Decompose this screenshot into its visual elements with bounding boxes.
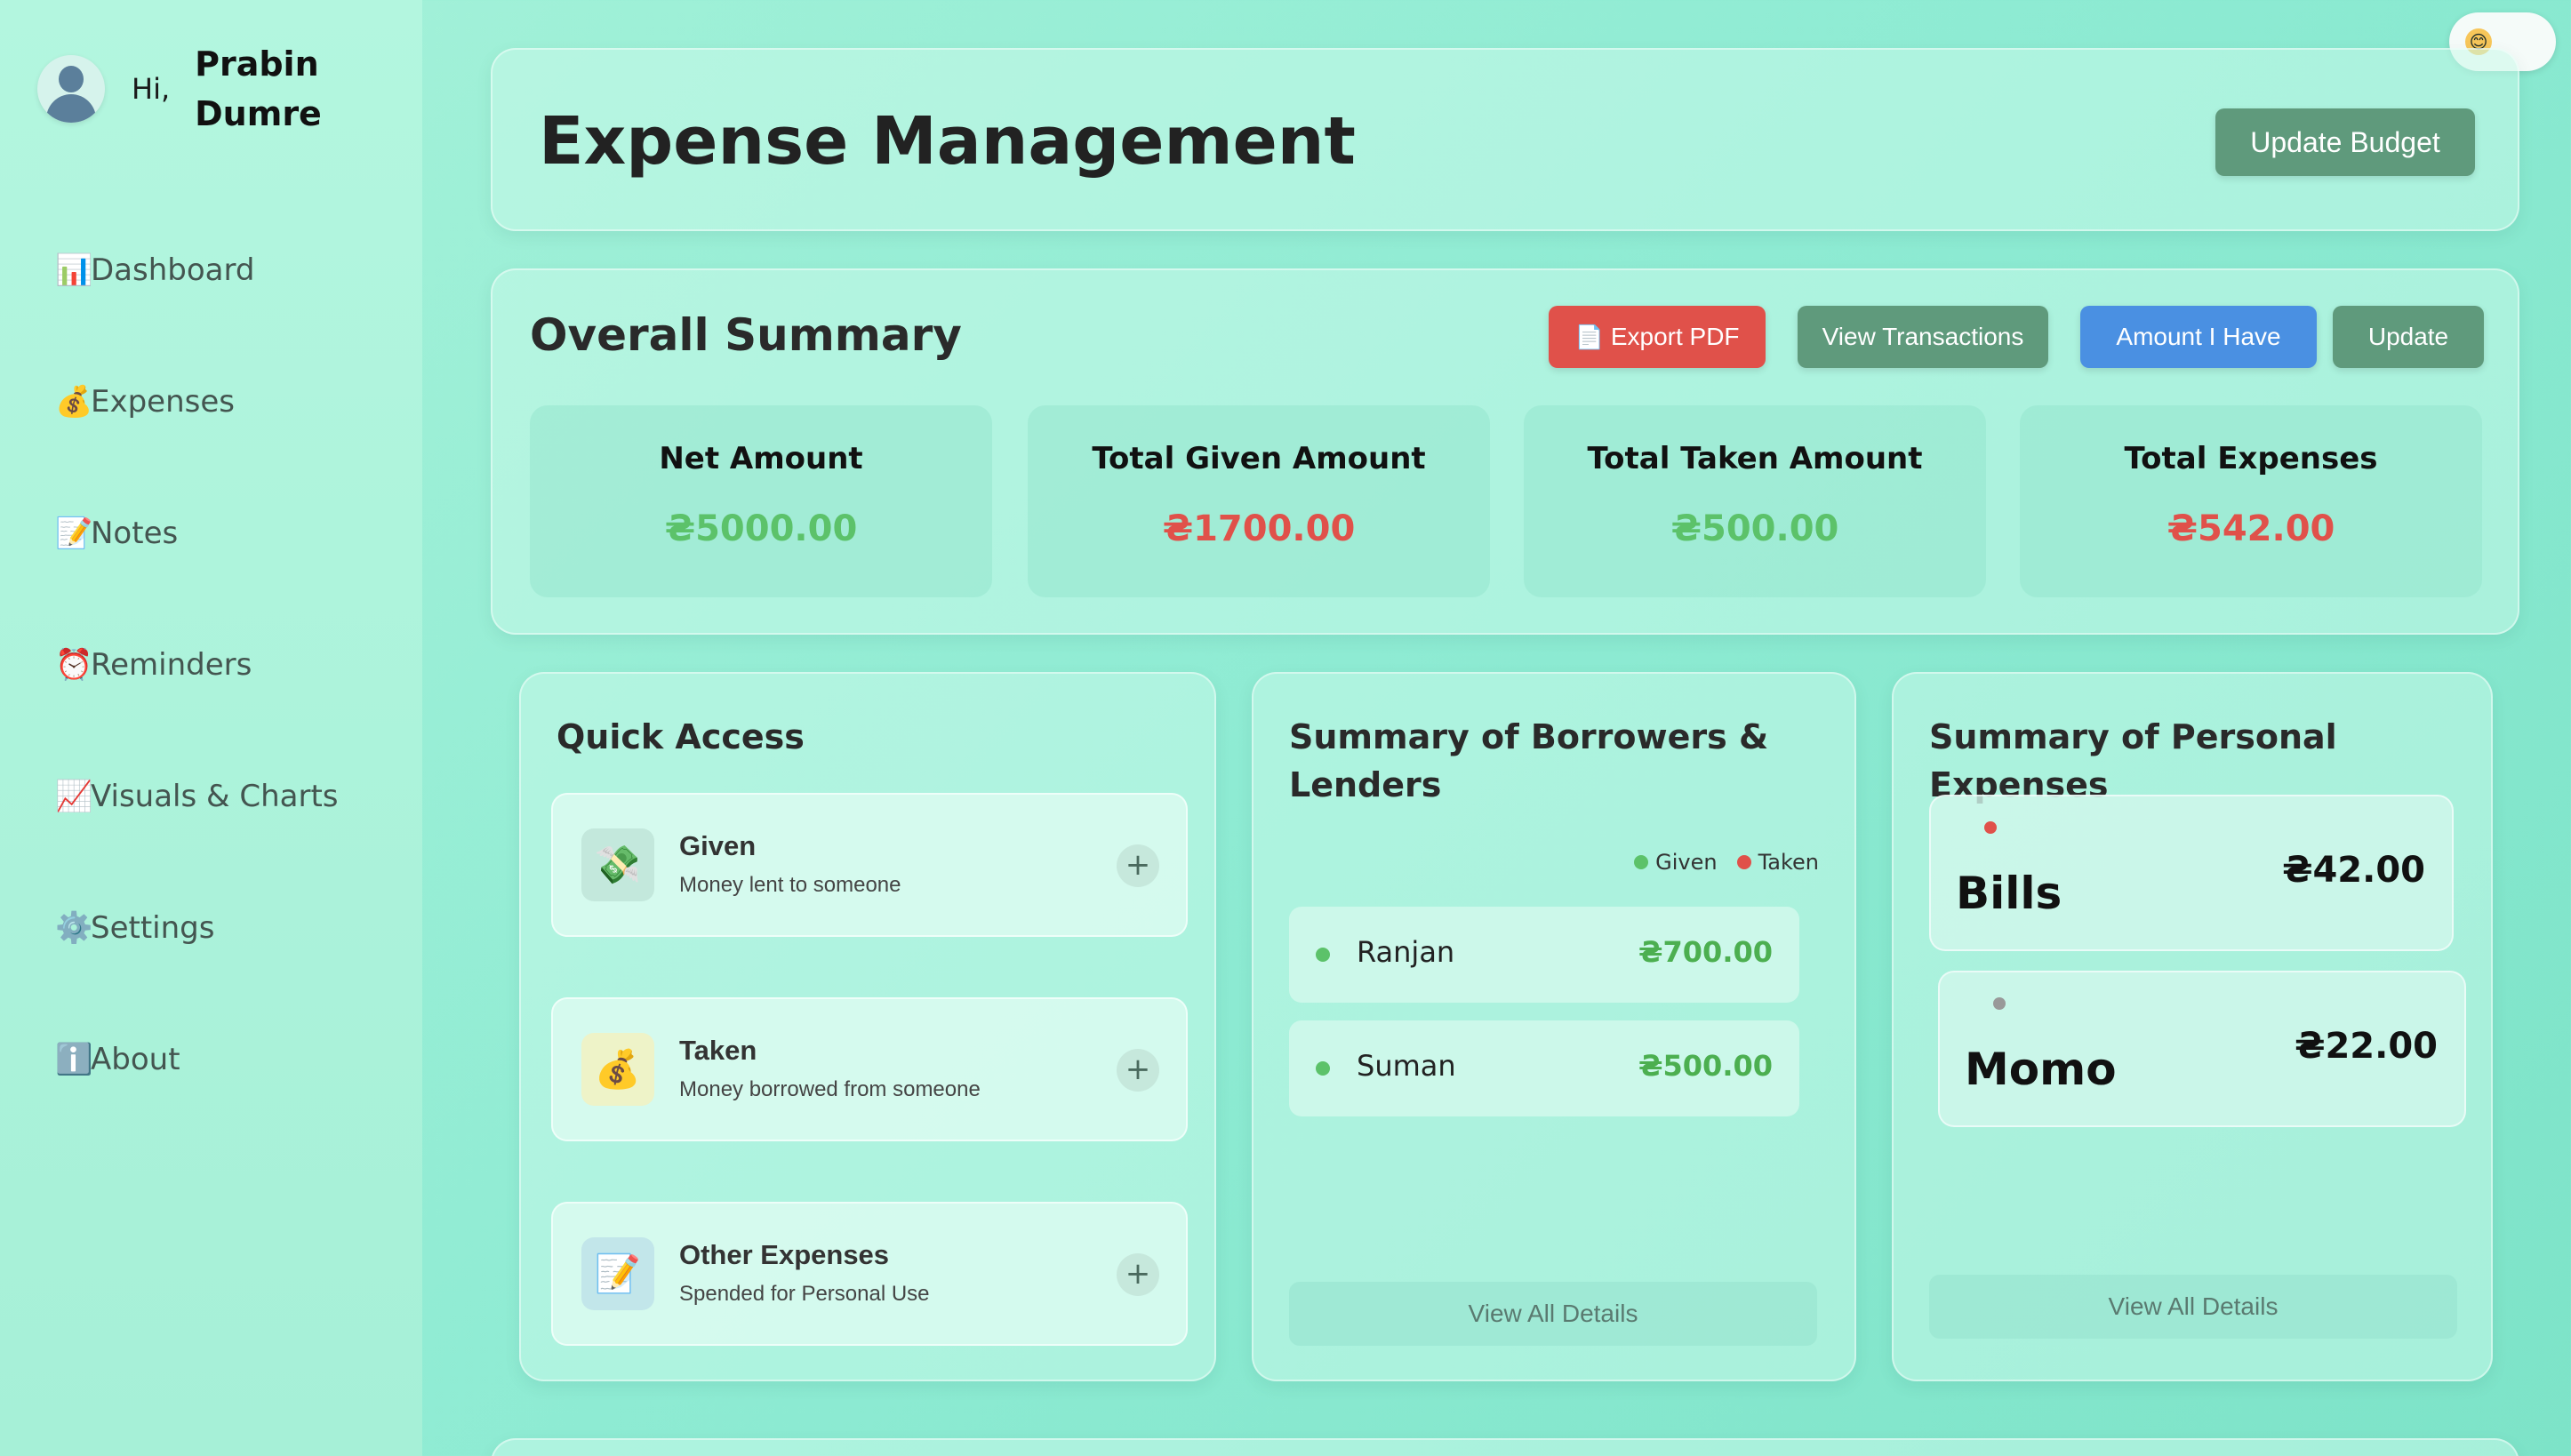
sidebar-item-label: About (91, 1042, 180, 1077)
borrower-amount: ₴500.00 (1638, 1049, 1773, 1083)
quick-access-item-title: Other Expenses (679, 1239, 890, 1270)
export-pdf-button[interactable]: 📄 Export PDF (1549, 306, 1766, 368)
user-last-name: Dumre (195, 94, 322, 133)
borrower-name: Ranjan (1357, 935, 1455, 969)
legend: Given Taken (1614, 850, 1819, 875)
status-dot (1316, 1061, 1330, 1076)
stat-total-expenses: Total Expenses ₴542.00 (2020, 405, 2482, 597)
page-header: Expense Management Update Budget (491, 48, 2519, 231)
sidebar-item-label: Visuals & Charts (91, 779, 339, 814)
sidebar: Hi, Prabin Dumre 📊 Dashboard 💰 Expenses … (0, 0, 422, 1456)
stat-value: ₴542.00 (2167, 508, 2335, 549)
amount-i-have-button[interactable]: Amount I Have (2080, 306, 2317, 368)
update-button[interactable]: Update (2333, 306, 2484, 368)
plus-icon[interactable]: + (1117, 1253, 1159, 1296)
sidebar-item-label: Settings (91, 910, 215, 946)
chart-icon: 📊 (55, 252, 93, 288)
status-dot (1993, 997, 2006, 1010)
sidebar-item-settings[interactable]: ⚙️ Settings (55, 910, 214, 946)
plus-icon[interactable]: + (1117, 1049, 1159, 1092)
document-icon: 📄 (1574, 323, 1604, 350)
quick-access-other-expenses[interactable]: 📝 Other Expenses Spended for Personal Us… (551, 1202, 1188, 1346)
stat-label: Total Given Amount (1092, 441, 1426, 476)
borrowers-title: Summary of Borrowers & Lenders (1289, 717, 1769, 804)
sidebar-item-reminders[interactable]: ⏰ Reminders (55, 647, 252, 683)
stat-value: ₴5000.00 (664, 508, 858, 549)
sidebar-item-notes[interactable]: 📝 Notes (55, 516, 178, 551)
view-all-details-button[interactable]: View All Details (1929, 1275, 2457, 1339)
money-wings-icon: 💸 (581, 828, 654, 901)
sidebar-item-expenses[interactable]: 💰 Expenses (55, 384, 235, 420)
legend-given: Given (1655, 850, 1718, 875)
expense-amount: ₴42.00 (2282, 850, 2425, 891)
export-pdf-label: Export PDF (1610, 323, 1740, 350)
quick-access-item-subtitle: Money borrowed from someone (679, 1077, 981, 1101)
stat-label: Total Expenses (2124, 441, 2378, 476)
view-transactions-button[interactable]: View Transactions (1798, 306, 2048, 368)
stat-total-taken: Total Taken Amount ₴500.00 (1524, 405, 1986, 597)
memo-icon: 📝 (55, 516, 93, 551)
update-budget-button[interactable]: Update Budget (2215, 108, 2475, 176)
avatar[interactable] (37, 55, 105, 123)
stat-label: Net Amount (659, 441, 863, 476)
quick-access-given[interactable]: 💸 Given Money lent to someone + (551, 793, 1188, 937)
quick-access-card: Quick Access 💸 Given Money lent to someo… (519, 672, 1216, 1381)
sidebar-item-about[interactable]: ℹ️ About (55, 1042, 180, 1077)
plus-icon[interactable]: + (1117, 844, 1159, 887)
summary-title: Overall Summary (530, 309, 962, 361)
gear-icon: ⚙️ (55, 910, 93, 946)
personal-expenses-card: Summary of Personal Expenses Bills ₴42.0… (1892, 672, 2493, 1381)
quick-access-taken[interactable]: 💰 Taken Money borrowed from someone + (551, 997, 1188, 1141)
sidebar-item-dashboard[interactable]: 📊 Dashboard (55, 252, 254, 288)
quick-access-title: Quick Access (557, 717, 805, 756)
expense-name: Momo (1965, 1044, 2117, 1095)
quick-access-item-subtitle: Spended for Personal Use (679, 1282, 930, 1306)
taken-legend-dot (1736, 855, 1751, 869)
borrower-name: Suman (1357, 1049, 1456, 1083)
money-bag-icon: 💰 (581, 1033, 654, 1106)
stat-total-given: Total Given Amount ₴1700.00 (1028, 405, 1490, 597)
expense-item-momo[interactable]: Momo ₴22.00 (1938, 971, 2466, 1127)
overall-summary-card: Overall Summary 📄 Export PDF View Transa… (491, 268, 2519, 635)
view-all-details-button[interactable]: View All Details (1289, 1282, 1817, 1346)
info-icon: ℹ️ (55, 1042, 93, 1077)
stat-value: ₴500.00 (1670, 508, 1839, 549)
status-dot (1984, 821, 1997, 834)
sidebar-item-label: Expenses (91, 384, 235, 420)
memo-icon: 📝 (581, 1237, 654, 1310)
list-item[interactable]: Ranjan ₴700.00 (1289, 907, 1799, 1003)
status-dot (1316, 948, 1330, 962)
sidebar-item-visuals[interactable]: 📈 Visuals & Charts (55, 779, 339, 814)
sidebar-item-label: Notes (91, 516, 179, 551)
bottom-card (491, 1438, 2519, 1456)
sidebar-item-label: Dashboard (91, 252, 255, 288)
expense-amount: ₴22.00 (2295, 1026, 2438, 1067)
quick-access-item-subtitle: Money lent to someone (679, 873, 901, 897)
legend-taken: Taken (1758, 850, 1819, 875)
user-first-name: Prabin (195, 44, 319, 84)
stat-label: Total Taken Amount (1587, 441, 1923, 476)
user-name: Prabin Dumre (195, 39, 328, 139)
quick-access-item-title: Given (679, 830, 757, 861)
expense-item-bills[interactable]: Bills ₴42.00 (1929, 795, 2454, 951)
money-bag-icon: 💰 (55, 384, 93, 420)
alarm-clock-icon: ⏰ (55, 647, 93, 683)
quick-access-item-title: Taken (679, 1035, 757, 1066)
given-legend-dot (1634, 855, 1649, 869)
stat-value: ₴1700.00 (1162, 508, 1356, 549)
greeting: Hi, (132, 72, 171, 106)
sidebar-item-label: Reminders (91, 647, 252, 683)
expense-name: Bills (1956, 868, 2062, 919)
trend-chart-icon: 📈 (55, 779, 93, 814)
borrower-amount: ₴700.00 (1638, 935, 1773, 969)
borrowers-lenders-card: Summary of Borrowers & Lenders Given Tak… (1252, 672, 1856, 1381)
list-item[interactable]: Suman ₴500.00 (1289, 1020, 1799, 1116)
user-profile: Hi, Prabin Dumre (37, 39, 328, 139)
stat-net-amount: Net Amount ₴5000.00 (530, 405, 992, 597)
page-title: Expense Management (539, 103, 1356, 180)
